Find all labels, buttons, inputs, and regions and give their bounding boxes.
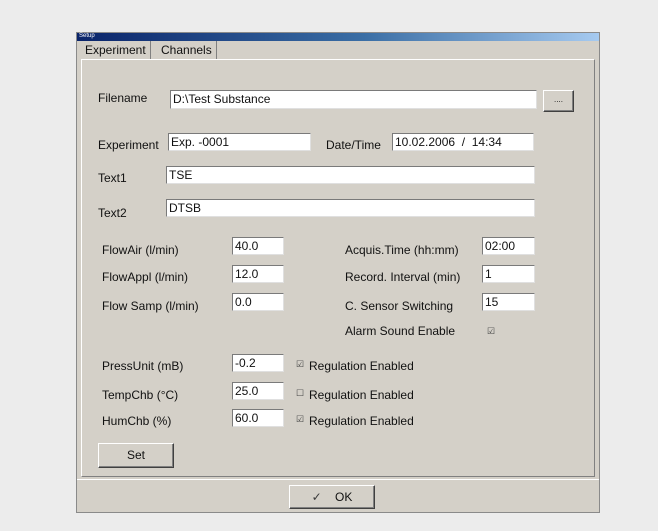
acquis-time-label: Acquis.Time (hh:mm) xyxy=(345,243,459,257)
flow-samp-label: Flow Samp (l/min) xyxy=(102,299,199,313)
set-button[interactable]: Set xyxy=(98,443,174,468)
sensor-switching-field[interactable]: 15 xyxy=(482,293,535,311)
sensor-switching-label: C. Sensor Switching xyxy=(345,299,454,313)
temp-chb-field[interactable]: 25.0 xyxy=(232,382,284,400)
browse-button[interactable]: .... xyxy=(543,90,574,112)
setup-dialog: Setup Experiment Channels Filename D:\Te… xyxy=(76,32,600,513)
record-interval-field[interactable]: 1 xyxy=(482,265,535,283)
datetime-field[interactable]: 10.02.2006 / 14:34 xyxy=(392,133,534,151)
flow-appl-label: FlowAppl (l/min) xyxy=(102,270,189,284)
acquis-time-field[interactable]: 02:00 xyxy=(482,237,535,255)
tab-experiment[interactable]: Experiment xyxy=(81,41,151,59)
temp-chb-label: TempChb (°C) xyxy=(102,388,179,402)
experiment-label: Experiment xyxy=(98,138,159,152)
title-bar[interactable]: Setup xyxy=(77,33,599,41)
text2-label: Text2 xyxy=(98,206,127,220)
press-regulation-checkbox[interactable]: ☑ xyxy=(295,360,305,370)
press-unit-label: PressUnit (mB) xyxy=(102,359,184,373)
tab-channels[interactable]: Channels xyxy=(157,41,217,59)
temp-regulation-label: Regulation Enabled xyxy=(309,388,414,402)
text1-field[interactable]: TSE xyxy=(166,166,535,184)
record-interval-label: Record. Interval (min) xyxy=(345,270,461,284)
text2-field[interactable]: DTSB xyxy=(166,199,535,217)
flow-air-field[interactable]: 40.0 xyxy=(232,237,284,255)
filename-field[interactable]: D:\Test Substance xyxy=(170,90,537,109)
hum-chb-label: HumChb (%) xyxy=(102,414,172,428)
experiment-field[interactable]: Exp. -0001 xyxy=(168,133,311,151)
hum-chb-field[interactable]: 60.0 xyxy=(232,409,284,427)
flow-samp-field[interactable]: 0.0 xyxy=(232,293,284,311)
text1-label: Text1 xyxy=(98,171,127,185)
hum-regulation-checkbox[interactable]: ☑ xyxy=(295,415,305,425)
hum-regulation-label: Regulation Enabled xyxy=(309,414,414,428)
press-regulation-label: Regulation Enabled xyxy=(309,359,414,373)
temp-regulation-checkbox[interactable]: ☐ xyxy=(295,389,305,399)
press-unit-field[interactable]: -0.2 xyxy=(232,354,284,372)
flow-air-label: FlowAir (l/min) xyxy=(102,243,179,257)
alarm-sound-label: Alarm Sound Enable xyxy=(345,324,456,338)
alarm-sound-checkbox[interactable]: ☑ xyxy=(486,327,496,337)
filename-label: Filename xyxy=(98,91,148,105)
flow-appl-field[interactable]: 12.0 xyxy=(232,265,284,283)
ok-label: OK xyxy=(335,490,353,504)
datetime-label: Date/Time xyxy=(326,138,381,152)
ok-button[interactable]: ✓ OK xyxy=(289,485,375,509)
checkmark-icon: ✓ xyxy=(311,490,322,504)
window-title: Setup xyxy=(79,33,95,39)
